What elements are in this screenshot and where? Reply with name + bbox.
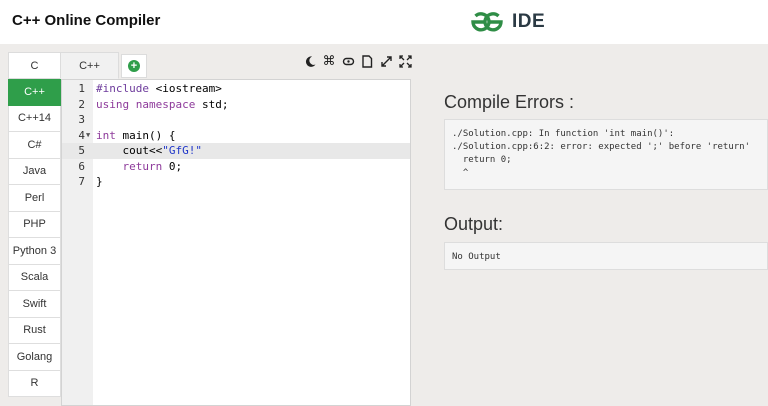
language-item-python3[interactable]: Python 3 <box>8 238 61 265</box>
code-text: } <box>96 175 103 188</box>
language-item-csharp[interactable]: C# <box>8 132 61 159</box>
expand-arrows-icon[interactable] <box>379 54 393 68</box>
line-number: 5 <box>78 144 85 157</box>
page-title: C++ Online Compiler <box>12 12 161 29</box>
language-item-rust[interactable]: Rust <box>8 317 61 344</box>
error-line: return 0; <box>452 155 512 165</box>
fullscreen-icon[interactable] <box>398 54 412 68</box>
workspace: C C++ + ⌘ C++ C++14 C# Java Perl PHP Pyt… <box>0 44 768 406</box>
tab-c[interactable]: C <box>8 52 61 79</box>
language-item-perl[interactable]: Perl <box>8 185 61 212</box>
code-line: 1 #include <iostream> <box>62 81 410 97</box>
code-text: return 0; <box>122 159 183 173</box>
line-number: 3 <box>78 113 85 126</box>
code-text: cout<<"GfG!" <box>96 144 202 157</box>
line-number: 2 <box>78 97 85 111</box>
code-line: 7 } <box>62 174 410 190</box>
error-line: ^ <box>452 168 469 178</box>
output-panel: No Output <box>444 242 768 270</box>
code-text: #include <iostream> <box>96 82 222 95</box>
output-text: No Output <box>452 252 501 262</box>
line-number: 1 <box>78 82 85 95</box>
output-heading: Output: <box>444 214 504 234</box>
code-line: 3 <box>62 112 410 128</box>
language-item-java[interactable]: Java <box>8 158 61 185</box>
line-number: 6 <box>78 159 85 173</box>
plus-circle-icon: + <box>128 60 140 72</box>
language-item-swift[interactable]: Swift <box>8 291 61 318</box>
gfg-ide-logo[interactable]: IDE <box>470 8 545 36</box>
language-item-r[interactable]: R <box>8 370 61 397</box>
error-line: ./Solution.cpp:6:2: error: expected ';' … <box>452 142 751 152</box>
compile-errors-panel: ./Solution.cpp: In function 'int main()'… <box>444 119 768 190</box>
fold-arrow-icon[interactable]: ▼ <box>86 128 90 144</box>
code-line: 4 ▼ int main() { <box>62 128 410 144</box>
share-icon[interactable] <box>341 54 355 68</box>
code-line: 6 return 0; <box>62 159 410 175</box>
add-tab-button[interactable]: + <box>121 54 147 78</box>
gfg-logo-icon <box>471 12 503 32</box>
code-text: int main() { <box>96 128 176 142</box>
compile-errors-heading: Compile Errors : <box>444 92 575 112</box>
language-item-php[interactable]: PHP <box>8 211 61 238</box>
code-editor[interactable]: 1 #include <iostream> 2 using namespace … <box>61 79 411 406</box>
moon-icon[interactable] <box>303 54 317 68</box>
language-list: C++ C++14 C# Java Perl PHP Python 3 Scal… <box>8 79 61 397</box>
code-content[interactable]: 1 #include <iostream> 2 using namespace … <box>62 81 410 190</box>
language-item-cpp[interactable]: C++ <box>8 79 61 106</box>
code-text: using namespace std; <box>96 97 229 111</box>
language-item-cpp14[interactable]: C++14 <box>8 105 61 132</box>
command-icon[interactable]: ⌘ <box>322 54 336 68</box>
line-number: 4 <box>78 128 85 142</box>
error-line: ./Solution.cpp: In function 'int main()'… <box>452 129 675 139</box>
language-item-golang[interactable]: Golang <box>8 344 61 371</box>
code-line-current: 5 cout<<"GfG!" <box>62 143 410 159</box>
editor-toolbar: ⌘ <box>303 54 412 68</box>
file-icon[interactable] <box>360 54 374 68</box>
top-bar: C++ Online Compiler IDE <box>0 0 768 44</box>
code-line: 2 using namespace std; <box>62 97 410 113</box>
language-item-scala[interactable]: Scala <box>8 264 61 291</box>
line-number: 7 <box>78 175 85 188</box>
tab-cpp[interactable]: C++ <box>60 52 119 79</box>
logo-text: IDE <box>512 11 546 32</box>
